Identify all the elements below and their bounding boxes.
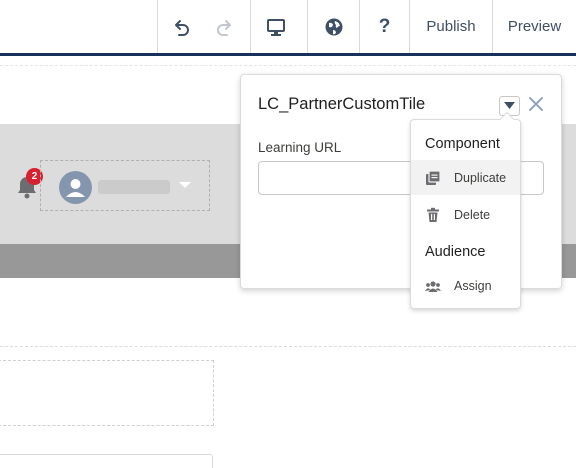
panel-actions-menu-button[interactable] (499, 96, 520, 116)
menu-header-audience: Audience (425, 244, 486, 260)
user-name-redacted (98, 180, 170, 194)
menu-item-label: Delete (454, 207, 491, 222)
panel-title: LC_PartnerCustomTile (258, 95, 426, 113)
menu-item-label: Duplicate (454, 170, 507, 185)
publish-label: Publish (426, 18, 476, 35)
close-icon[interactable] (528, 96, 544, 112)
menu-header-component: Component (425, 136, 500, 152)
component-placeholder[interactable] (0, 454, 213, 468)
chevron-down-icon (504, 102, 515, 109)
language-button[interactable] (308, 0, 359, 53)
canvas-section-divider (0, 346, 576, 347)
preview-label: Preview (507, 18, 562, 35)
trash-icon (427, 207, 439, 222)
undo-icon (175, 19, 189, 36)
menu-item-label: Assign (454, 278, 492, 293)
preview-button[interactable]: Preview (493, 0, 576, 53)
menu-item-duplicate[interactable]: Duplicate (411, 160, 520, 195)
desktop-icon (267, 18, 285, 36)
device-preview-button[interactable] (251, 0, 301, 53)
user-menu-caret-icon[interactable] (179, 182, 191, 188)
duplicate-icon (426, 170, 441, 185)
globe-icon (325, 18, 342, 35)
redo-button[interactable] (208, 0, 242, 53)
builder-toolbar: ? Publish Preview (0, 0, 576, 56)
menu-item-delete[interactable]: Delete (411, 197, 520, 232)
undo-button[interactable] (164, 0, 198, 53)
component-dropzone[interactable] (0, 360, 214, 426)
learning-url-label: Learning URL (258, 140, 342, 155)
question-icon: ? (378, 15, 391, 37)
menu-item-assign[interactable]: Assign (411, 268, 520, 303)
help-button[interactable]: ? (360, 0, 409, 53)
component-actions-menu: Component Duplicate Delete Audience Assi… (410, 111, 521, 309)
canvas-section-divider (0, 65, 576, 66)
redo-icon (217, 19, 231, 36)
publish-button[interactable]: Publish (410, 0, 492, 53)
toolbar-divider (157, 0, 158, 53)
users-icon (425, 281, 441, 292)
user-avatar-icon (59, 171, 92, 204)
